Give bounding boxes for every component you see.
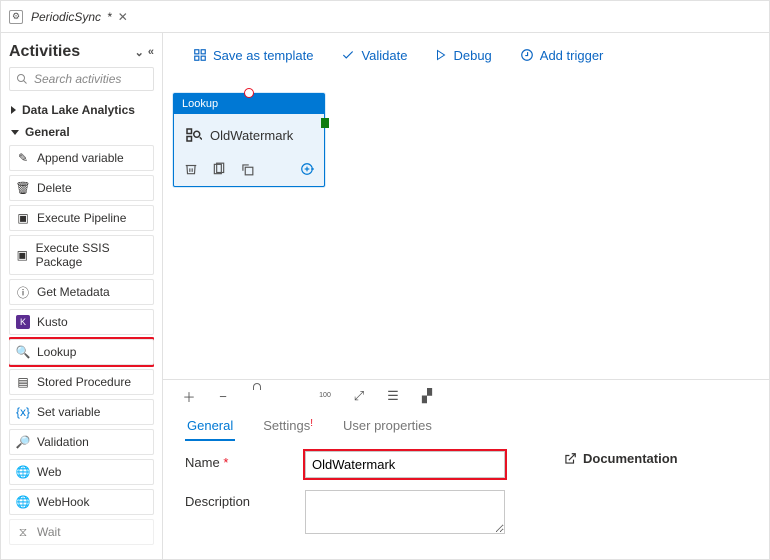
description-label: Description [185, 490, 305, 509]
fit-icon[interactable] [283, 388, 299, 404]
activity-execute-ssis[interactable]: ▣Execute SSIS Package [9, 235, 154, 275]
append-variable-icon: ✎ [16, 151, 30, 165]
kusto-icon: K [16, 315, 30, 329]
search-placeholder: Search activities [34, 72, 121, 86]
external-link-icon [563, 452, 577, 466]
metadata-icon: ⓘ [16, 285, 30, 299]
search-input[interactable]: Search activities [9, 67, 154, 91]
tab-user-properties[interactable]: User properties [341, 412, 434, 441]
trash-icon: 🗑 [16, 181, 30, 195]
save-as-template-button[interactable]: Save as template [193, 48, 313, 63]
editor-tab[interactable]: PeriodicSync * ✕ [27, 10, 132, 24]
set-variable-icon: {x} [16, 405, 30, 419]
documentation-link[interactable]: Documentation [563, 451, 747, 466]
expand-icon[interactable]: ⤢ [351, 388, 367, 404]
play-icon [435, 49, 447, 61]
sidebar-group-data-lake[interactable]: Data Lake Analytics [9, 99, 154, 121]
activity-delete[interactable]: 🗑Delete [9, 175, 154, 201]
properties-panel: ＋ − 100 ⤢ ☰ ▞ General Settings! User pro… [163, 379, 769, 559]
node-title: OldWatermark [210, 128, 293, 143]
lookup-icon [184, 126, 202, 144]
activity-stored-procedure[interactable]: ▤Stored Procedure [9, 369, 154, 395]
plus-icon[interactable]: ＋ [181, 388, 197, 404]
validation-icon: 🔎 [16, 435, 30, 449]
lock-icon[interactable] [249, 388, 265, 404]
tab-title: PeriodicSync [31, 10, 101, 24]
close-icon[interactable]: ✕ [118, 10, 128, 24]
copy-icon[interactable] [240, 162, 254, 176]
lookup-icon: 🔍 [16, 345, 30, 359]
activity-validation[interactable]: 🔎Validation [9, 429, 154, 455]
pipeline-toolbar: Save as template Validate Debug Add trig… [163, 33, 769, 77]
stored-procedure-icon: ▤ [16, 375, 30, 389]
clone-icon[interactable] [212, 162, 226, 176]
activity-lookup[interactable]: 🔍Lookup [9, 339, 154, 365]
expand-chevron-icon[interactable]: ⌄ [135, 46, 144, 59]
chevron-right-icon [11, 106, 16, 114]
node-output-handle[interactable] [321, 118, 329, 128]
main-panel: Save as template Validate Debug Add trig… [163, 33, 769, 559]
pipeline-icon: ⚙ [9, 10, 23, 24]
description-field[interactable] [305, 490, 505, 534]
web-icon: 🌐 [16, 465, 30, 479]
debug-button[interactable]: Debug [435, 48, 491, 63]
activity-kusto[interactable]: KKusto [9, 309, 154, 335]
activities-sidebar: Activities ⌄ « Search activities Data La… [1, 33, 163, 559]
trigger-icon [520, 48, 534, 62]
search-icon [16, 73, 28, 85]
validate-button[interactable]: Validate [341, 48, 407, 63]
activity-execute-pipeline[interactable]: ▣Execute Pipeline [9, 205, 154, 231]
ssis-icon: ▣ [16, 248, 29, 262]
activity-wait[interactable]: ⧖Wait [9, 519, 154, 545]
align-icon[interactable]: ▞ [419, 388, 435, 404]
save-template-icon [193, 48, 207, 62]
minus-icon[interactable]: − [215, 388, 231, 404]
name-label: Name * [185, 451, 305, 470]
activity-append-variable[interactable]: ✎Append variable [9, 145, 154, 171]
webhook-icon: 🌐 [16, 495, 30, 509]
node-input-handle[interactable] [244, 88, 254, 98]
name-field[interactable] [305, 451, 505, 478]
activity-get-metadata[interactable]: ⓘGet Metadata [9, 279, 154, 305]
activity-set-variable[interactable]: {x}Set variable [9, 399, 154, 425]
activity-web[interactable]: 🌐Web [9, 459, 154, 485]
canvas-node-lookup[interactable]: Lookup OldWatermark [173, 93, 325, 187]
activity-webhook[interactable]: 🌐WebHook [9, 489, 154, 515]
trash-icon[interactable] [184, 162, 198, 176]
sidebar-title: Activities [9, 43, 80, 61]
sidebar-group-general[interactable]: General [9, 121, 154, 143]
pipeline-canvas[interactable]: Lookup OldWatermark [163, 77, 769, 379]
pipeline-run-icon: ▣ [16, 211, 30, 225]
tab-general[interactable]: General [185, 412, 235, 441]
tab-dirty-indicator: * [107, 10, 112, 24]
editor-tab-bar: ⚙ PeriodicSync * ✕ [1, 1, 769, 33]
add-output-icon[interactable] [300, 162, 314, 176]
add-trigger-button[interactable]: Add trigger [520, 48, 604, 63]
chevron-down-icon [11, 130, 19, 135]
canvas-tool-row: ＋ − 100 ⤢ ☰ ▞ [163, 380, 769, 408]
wait-icon: ⧖ [16, 525, 30, 539]
tab-settings[interactable]: Settings! [261, 412, 315, 441]
collapse-chevron-icon[interactable]: « [148, 46, 154, 59]
settings-dirty-indicator: ! [310, 418, 313, 429]
checkmark-icon [341, 48, 355, 62]
layout-icon[interactable]: ☰ [385, 388, 401, 404]
zoom-100-icon[interactable]: 100 [317, 388, 333, 404]
